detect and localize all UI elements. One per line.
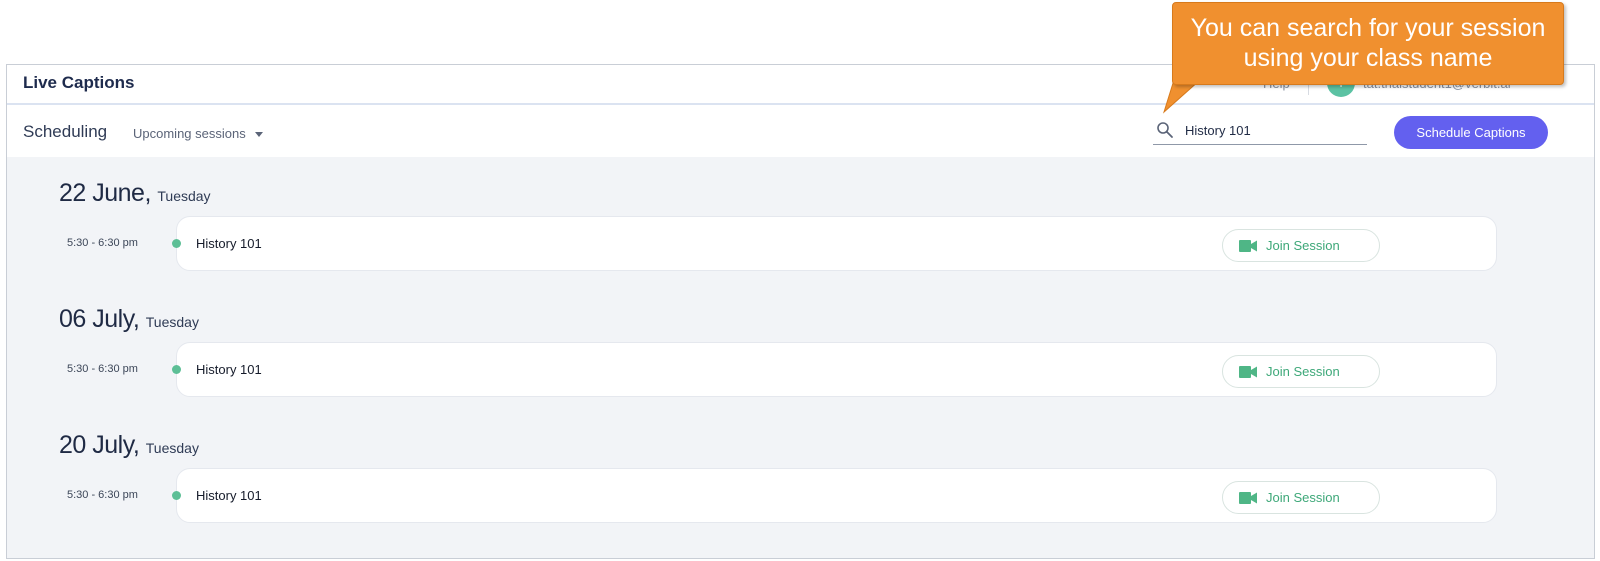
scheduling-toolbar: Scheduling Upcoming sessions Schedule Ca… xyxy=(7,107,1594,157)
video-camera-icon xyxy=(1239,240,1257,252)
callout-text-line: using your class name xyxy=(1243,44,1493,72)
video-camera-icon xyxy=(1239,366,1257,378)
status-dot-icon xyxy=(172,239,181,248)
dropdown-label: Upcoming sessions xyxy=(133,126,246,141)
day-date: 22 June, xyxy=(59,179,151,207)
day-date: 06 July, xyxy=(59,305,140,333)
session-time: 5:30 - 6:30 pm xyxy=(67,489,138,501)
session-name: History 101 xyxy=(196,362,262,377)
app-window: Live Captions Help T tat.trialstudent1@v… xyxy=(6,64,1595,559)
search-box[interactable] xyxy=(1153,117,1367,145)
session-card[interactable]: History 101 Join Session xyxy=(172,342,1497,397)
day-weekday: Tuesday xyxy=(145,440,199,456)
session-name: History 101 xyxy=(196,236,262,251)
sessions-list: 22 June, Tuesday 5:30 - 6:30 pm History … xyxy=(7,157,1594,558)
join-session-button[interactable]: Join Session xyxy=(1222,229,1380,262)
day-date: 20 July, xyxy=(59,431,140,459)
join-session-label: Join Session xyxy=(1266,238,1340,253)
day-heading: 06 July, Tuesday xyxy=(59,305,199,334)
session-time: 5:30 - 6:30 pm xyxy=(67,237,138,249)
join-session-button[interactable]: Join Session xyxy=(1222,481,1380,514)
callout-text-line: You can search for your session xyxy=(1190,14,1546,42)
status-dot-icon xyxy=(172,365,181,374)
join-session-label: Join Session xyxy=(1266,364,1340,379)
status-dot-icon xyxy=(172,491,181,500)
day-heading: 22 June, Tuesday xyxy=(59,179,211,208)
search-icon xyxy=(1157,122,1173,138)
app-title: Live Captions xyxy=(23,73,135,92)
session-name: History 101 xyxy=(196,488,262,503)
day-weekday: Tuesday xyxy=(157,188,211,204)
session-card[interactable]: History 101 Join Session xyxy=(172,468,1497,523)
join-session-button[interactable]: Join Session xyxy=(1222,355,1380,388)
tutorial-callout: You can search for your session using yo… xyxy=(1172,2,1564,85)
caret-down-icon xyxy=(255,132,264,138)
session-card[interactable]: History 101 Join Session xyxy=(172,216,1497,271)
schedule-captions-button[interactable]: Schedule Captions xyxy=(1394,116,1548,149)
callout-pointer xyxy=(1162,80,1201,114)
page-title: Scheduling xyxy=(23,122,108,141)
video-camera-icon xyxy=(1239,492,1257,504)
session-time: 5:30 - 6:30 pm xyxy=(67,363,138,375)
search-input[interactable] xyxy=(1185,120,1361,140)
day-weekday: Tuesday xyxy=(145,314,199,330)
day-heading: 20 July, Tuesday xyxy=(59,431,199,460)
join-session-label: Join Session xyxy=(1266,490,1340,505)
upcoming-sessions-dropdown[interactable]: Upcoming sessions xyxy=(133,126,264,141)
